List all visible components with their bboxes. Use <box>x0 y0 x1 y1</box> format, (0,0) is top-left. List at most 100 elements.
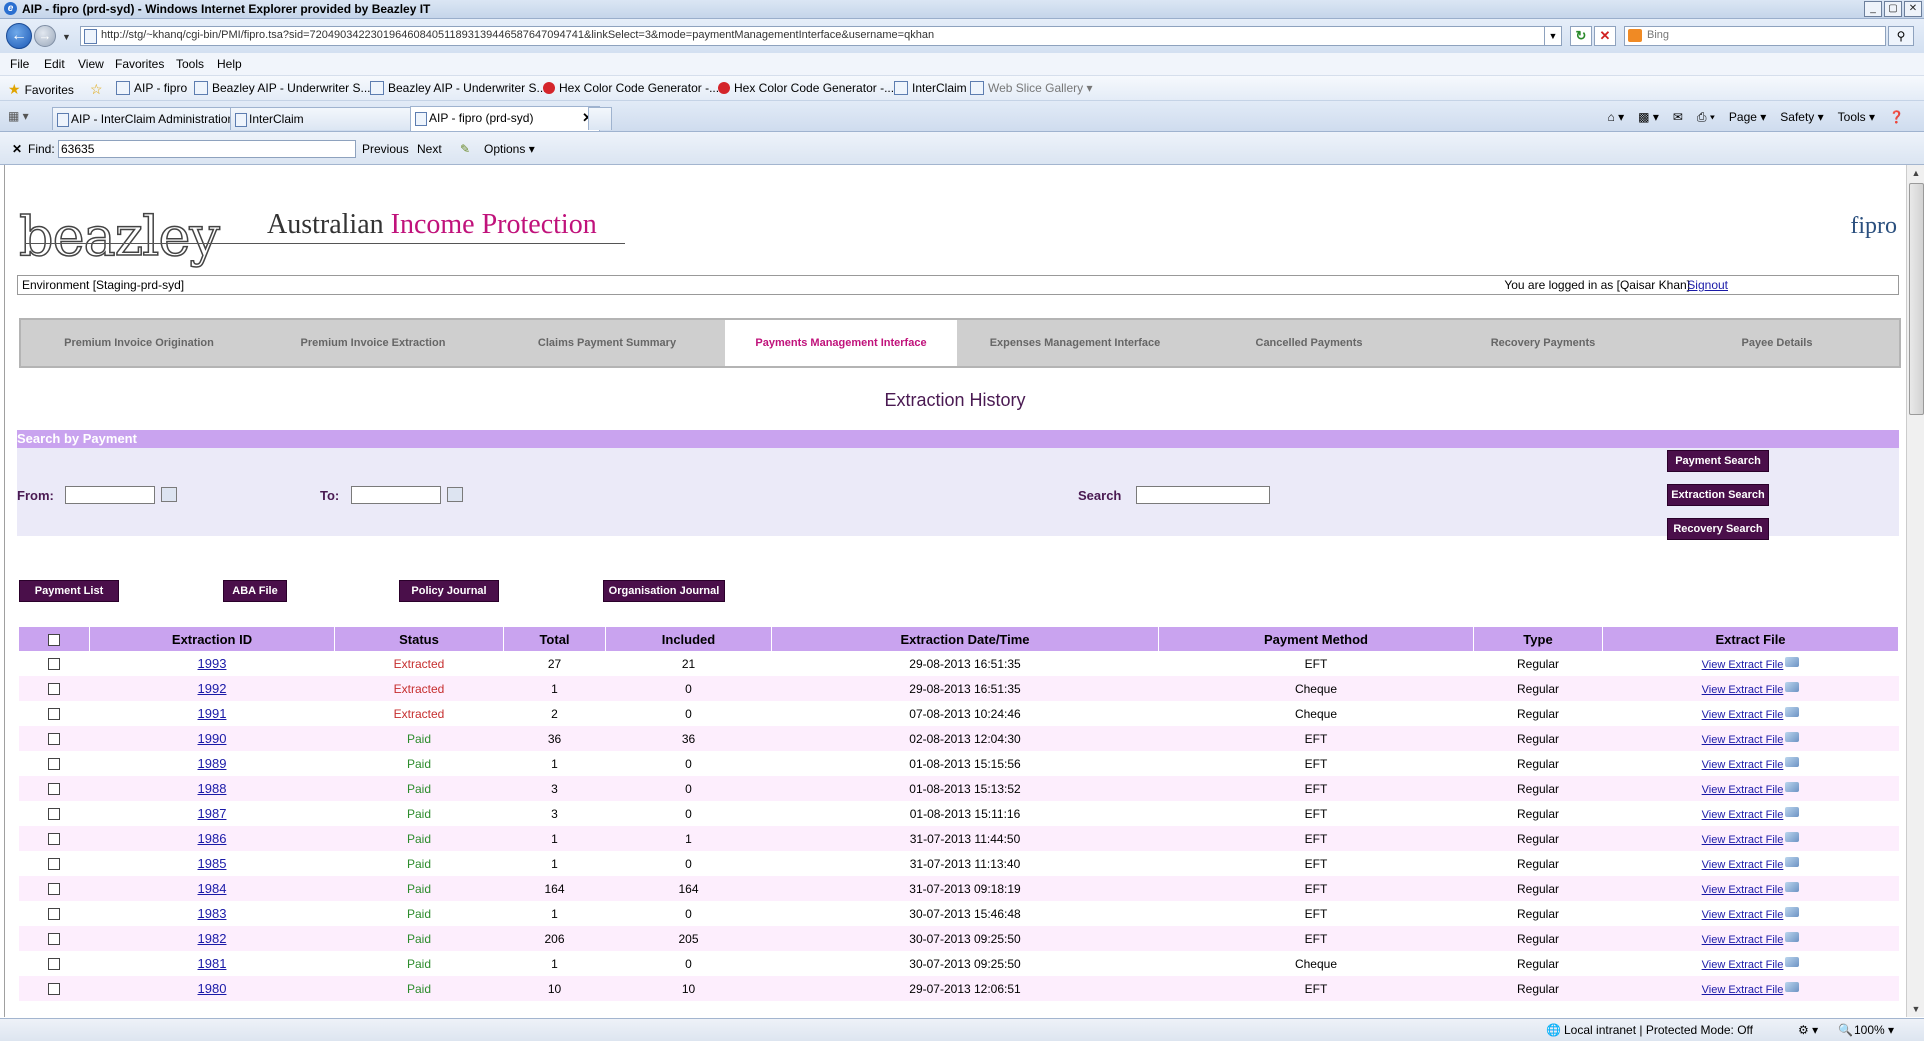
policy-journal-button[interactable]: Policy Journal <box>399 580 499 602</box>
view-extract-file-link[interactable]: View Extract File <box>1702 784 1784 796</box>
menu-file[interactable]: File <box>10 57 29 71</box>
extraction-id-link[interactable]: 1983 <box>198 906 227 921</box>
row-select-cell[interactable] <box>19 726 90 751</box>
row-select-cell[interactable] <box>19 701 90 726</box>
view-extract-file-link[interactable]: View Extract File <box>1702 809 1784 821</box>
zoom-icon[interactable]: 🔍 <box>1838 1023 1853 1037</box>
nav-premium-invoice-origination[interactable]: Premium Invoice Origination <box>23 320 255 366</box>
minimize-button[interactable]: _ <box>1864 1 1882 17</box>
extraction-id-link[interactable]: 1982 <box>198 931 227 946</box>
nav-recovery-payments[interactable]: Recovery Payments <box>1427 320 1659 366</box>
menu-edit[interactable]: Edit <box>44 57 65 71</box>
vertical-scrollbar[interactable]: ▲ ▼ <box>1906 165 1924 1017</box>
row-checkbox[interactable] <box>48 833 61 846</box>
nav-premium-invoice-extraction[interactable]: Premium Invoice Extraction <box>257 320 489 366</box>
search-text-input[interactable] <box>1136 486 1270 504</box>
tab-aip-fipro[interactable]: AIP - fipro (prd-syd) ✕ <box>410 106 600 131</box>
tab-interclaim-admin[interactable]: AIP - InterClaim Administration <box>52 107 242 130</box>
print-icon[interactable]: ⎙ ▾ <box>1697 110 1715 125</box>
row-select-cell[interactable] <box>19 751 90 776</box>
row-checkbox[interactable] <box>48 708 61 721</box>
feeds-icon[interactable]: ▩ ▾ <box>1638 110 1659 125</box>
view-extract-file-link[interactable]: View Extract File <box>1702 859 1784 871</box>
url-dropdown-icon[interactable]: ▼ <box>1544 27 1561 45</box>
row-checkbox[interactable] <box>48 758 61 771</box>
row-checkbox[interactable] <box>48 733 61 746</box>
view-extract-file-link[interactable]: View Extract File <box>1702 659 1784 671</box>
zoom-level[interactable]: 100% <box>1854 1023 1885 1037</box>
view-extract-file-link[interactable]: View Extract File <box>1702 834 1784 846</box>
extraction-id-link[interactable]: 1992 <box>198 681 227 696</box>
row-select-cell[interactable] <box>19 951 90 976</box>
favorite-aip-fipro[interactable]: AIP - fipro <box>116 81 187 95</box>
mail-icon[interactable]: ✉ <box>1673 110 1683 125</box>
extraction-id-link[interactable]: 1984 <box>198 881 227 896</box>
row-checkbox[interactable] <box>48 958 61 971</box>
forward-arrow-icon[interactable]: → <box>34 25 56 47</box>
favorite-web-slice[interactable]: Web Slice Gallery ▾ <box>970 81 1093 95</box>
recovery-search-button[interactable]: Recovery Search <box>1667 518 1769 540</box>
menu-view[interactable]: View <box>78 57 104 71</box>
close-window-button[interactable]: ✕ <box>1904 1 1922 17</box>
find-previous-button[interactable]: Previous <box>362 142 409 156</box>
tab-interclaim[interactable]: InterClaim <box>230 107 426 130</box>
row-select-cell[interactable] <box>19 851 90 876</box>
zoom-dropdown-icon[interactable]: ▾ <box>1888 1023 1894 1037</box>
row-checkbox[interactable] <box>48 783 61 796</box>
view-extract-file-link[interactable]: View Extract File <box>1702 959 1784 971</box>
extraction-search-button[interactable]: Extraction Search <box>1667 484 1769 506</box>
payment-list-button[interactable]: Payment List <box>19 580 119 602</box>
url-input[interactable]: http://stg/~khanq/cgi-bin/PMI/fipro.tsa?… <box>80 26 1562 46</box>
view-extract-file-link[interactable]: View Extract File <box>1702 709 1784 721</box>
nav-payments-management-interface[interactable]: Payments Management Interface <box>725 320 957 366</box>
extraction-id-link[interactable]: 1985 <box>198 856 227 871</box>
extraction-id-link[interactable]: 1986 <box>198 831 227 846</box>
row-checkbox[interactable] <box>48 858 61 871</box>
home-icon[interactable]: ⌂ ▾ <box>1608 110 1625 125</box>
refresh-icon[interactable]: ↻ <box>1570 26 1592 46</box>
row-checkbox[interactable] <box>48 983 61 996</box>
row-checkbox[interactable] <box>48 683 61 696</box>
organisation-journal-button[interactable]: Organisation Journal <box>603 580 725 602</box>
row-checkbox[interactable] <box>48 808 61 821</box>
view-extract-file-link[interactable]: View Extract File <box>1702 934 1784 946</box>
signout-link[interactable]: Signout <box>1687 276 1728 294</box>
payment-search-button[interactable]: Payment Search <box>1667 450 1769 472</box>
history-dropdown-icon[interactable]: ▼ <box>62 32 71 42</box>
row-checkbox[interactable] <box>48 658 61 671</box>
nav-payee-details[interactable]: Payee Details <box>1661 320 1893 366</box>
row-select-cell[interactable] <box>19 651 90 676</box>
scroll-thumb[interactable] <box>1909 183 1924 415</box>
row-select-cell[interactable] <box>19 901 90 926</box>
quick-tabs-icon[interactable]: ▦ ▾ <box>8 109 29 123</box>
nav-cancelled-payments[interactable]: Cancelled Payments <box>1193 320 1425 366</box>
row-select-cell[interactable] <box>19 926 90 951</box>
scroll-down-icon[interactable]: ▼ <box>1907 1001 1924 1017</box>
highlight-icon[interactable]: ✎ <box>460 142 470 156</box>
menu-tools[interactable]: Tools <box>176 57 204 71</box>
row-select-cell[interactable] <box>19 976 90 1001</box>
protected-mode-icon[interactable]: ⚙ ▾ <box>1798 1023 1818 1037</box>
view-extract-file-link[interactable]: View Extract File <box>1702 684 1784 696</box>
view-extract-file-link[interactable]: View Extract File <box>1702 909 1784 921</box>
extraction-id-link[interactable]: 1988 <box>198 781 227 796</box>
view-extract-file-link[interactable]: View Extract File <box>1702 759 1784 771</box>
tools-menu[interactable]: Tools ▾ <box>1838 110 1875 125</box>
row-select-cell[interactable] <box>19 801 90 826</box>
favorite-hex-1[interactable]: Hex Color Code Generator -... <box>543 81 719 95</box>
view-extract-file-link[interactable]: View Extract File <box>1702 984 1784 996</box>
calendar-icon[interactable] <box>161 487 177 502</box>
search-icon[interactable]: ⚲ <box>1888 26 1914 46</box>
aba-file-button[interactable]: ABA File <box>223 580 287 602</box>
extraction-id-link[interactable]: 1993 <box>198 656 227 671</box>
add-favorite-icon[interactable]: ☆ <box>90 81 103 98</box>
back-arrow-icon[interactable]: ← <box>6 23 32 49</box>
stop-icon[interactable]: ✕ <box>1594 26 1616 46</box>
select-all-header[interactable] <box>19 627 90 651</box>
page-menu[interactable]: Page ▾ <box>1729 110 1766 125</box>
view-extract-file-link[interactable]: View Extract File <box>1702 884 1784 896</box>
extraction-id-link[interactable]: 1981 <box>198 956 227 971</box>
row-checkbox[interactable] <box>48 883 61 896</box>
view-extract-file-link[interactable]: View Extract File <box>1702 734 1784 746</box>
close-find-icon[interactable]: ✕ <box>12 142 22 156</box>
